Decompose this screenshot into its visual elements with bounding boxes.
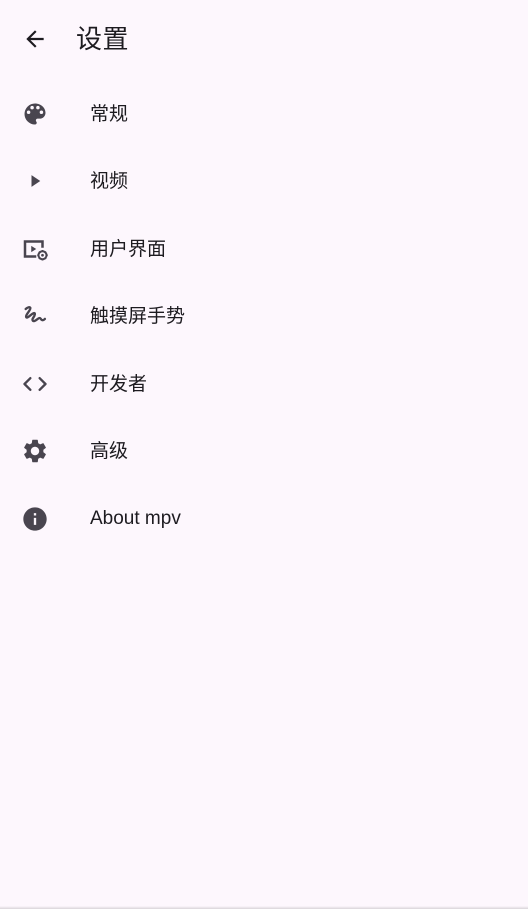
settings-item-user-interface[interactable]: 用户界面 — [0, 215, 528, 283]
settings-item-label: 开发者 — [90, 372, 148, 395]
settings-item-developer[interactable]: 开发者 — [0, 350, 528, 418]
video-settings-icon — [20, 234, 50, 264]
top-app-bar: 设置 — [0, 0, 528, 80]
page-title: 设置 — [76, 25, 130, 55]
gesture-icon — [20, 301, 50, 331]
settings-gear-icon — [20, 436, 50, 466]
arrow-back-icon — [22, 26, 48, 56]
settings-item-advanced[interactable]: 高级 — [0, 418, 528, 486]
settings-item-label: 触摸屏手势 — [90, 305, 186, 328]
settings-item-label: 高级 — [90, 440, 129, 463]
settings-item-label: 用户界面 — [90, 237, 167, 260]
info-icon — [20, 504, 50, 534]
settings-list: 常规 视频 用户界面 触摸屏手势 开发者 高级 About mpv — [0, 80, 528, 553]
code-icon — [20, 369, 50, 399]
settings-item-general[interactable]: 常规 — [0, 80, 528, 148]
settings-item-label: About mpv — [90, 507, 181, 529]
settings-item-gestures[interactable]: 触摸屏手势 — [0, 283, 528, 351]
back-button[interactable] — [13, 19, 57, 63]
settings-item-about[interactable]: About mpv — [0, 485, 528, 553]
settings-screen: 设置 常规 视频 用户界面 触摸屏手势 开发者 高级 About mpv — [0, 0, 528, 909]
play-arrow-icon — [20, 166, 50, 196]
settings-item-label: 常规 — [90, 102, 129, 125]
settings-item-video[interactable]: 视频 — [0, 148, 528, 216]
palette-icon — [20, 99, 50, 129]
settings-item-label: 视频 — [90, 170, 129, 193]
